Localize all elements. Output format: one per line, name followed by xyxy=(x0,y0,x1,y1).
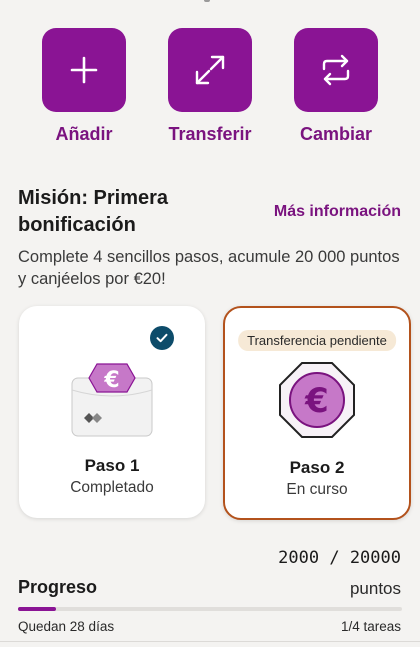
step-title: Paso 2 xyxy=(289,458,345,477)
points-unit: puntos xyxy=(349,579,401,598)
progress-label: Progreso xyxy=(18,577,98,597)
mission-description: Complete 4 sencillos pasos, acumule 20 0… xyxy=(18,248,400,288)
quick-actions: Añadir Transferir Cambiar xyxy=(0,28,420,148)
svg-text:€: € xyxy=(304,381,329,421)
step-title: Paso 1 xyxy=(84,456,140,475)
more-info-link[interactable]: Más información xyxy=(274,203,401,221)
days-remaining: Quedan 28 días xyxy=(18,619,115,634)
progress-bar xyxy=(18,607,402,611)
euro-envelope-icon: € xyxy=(19,356,205,446)
exchange-action[interactable]: Cambiar xyxy=(276,28,396,145)
points-value: 2000 / 20000 xyxy=(278,548,401,568)
mission-title: Misión: Primera bonificación xyxy=(18,187,169,236)
add-label: Añadir xyxy=(55,124,113,144)
step-card-2[interactable]: Transferencia pendiente € Paso 2 En curs… xyxy=(223,306,411,520)
exchange-button[interactable] xyxy=(294,28,378,112)
svg-text:€: € xyxy=(103,368,119,393)
tasks-count: 1/4 tareas xyxy=(340,619,401,634)
transfer-action[interactable]: Transferir xyxy=(150,28,270,145)
transfer-icon xyxy=(195,55,225,85)
exchange-label: Cambiar xyxy=(299,124,373,144)
transfer-label: Transferir xyxy=(168,124,252,144)
exchange-icon xyxy=(322,54,350,86)
progress-bar-fill xyxy=(18,607,57,611)
step-status: En curso xyxy=(286,481,348,498)
add-button[interactable] xyxy=(42,28,126,112)
pending-badge: Transferencia pendiente xyxy=(238,330,396,351)
plus-icon xyxy=(70,56,98,84)
step-card-1[interactable]: € Paso 1 Completado xyxy=(19,306,205,518)
step-status: Completado xyxy=(70,479,154,496)
top-handle xyxy=(204,0,210,2)
divider xyxy=(0,641,420,642)
transfer-button[interactable] xyxy=(168,28,252,112)
euro-coin-icon: € xyxy=(225,358,409,448)
completed-check-icon xyxy=(150,326,174,350)
add-action[interactable]: Añadir xyxy=(24,28,144,145)
